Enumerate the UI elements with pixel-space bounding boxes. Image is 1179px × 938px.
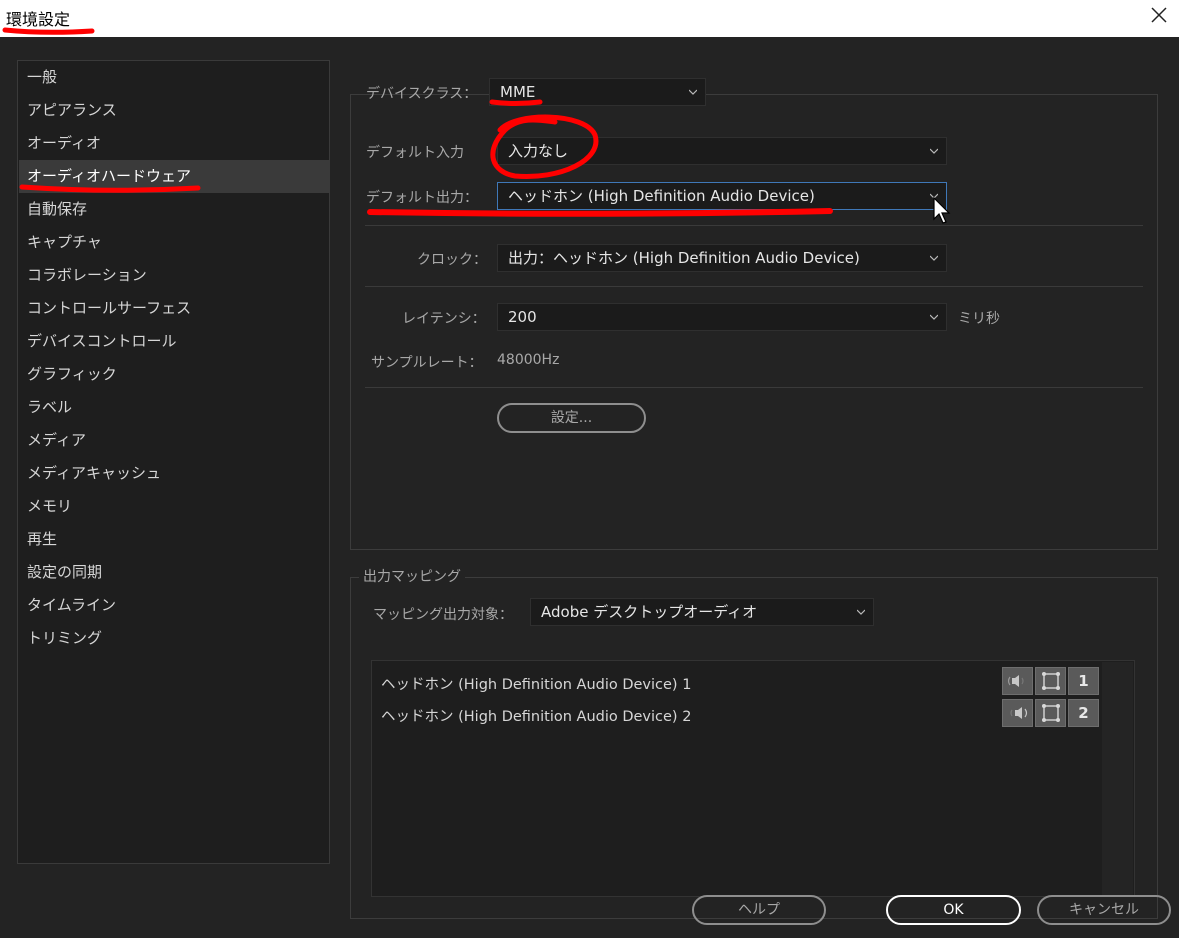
device-class-value: MME	[500, 83, 536, 101]
default-input-select[interactable]: 入力なし	[497, 137, 947, 165]
sidebar-item-control-surface[interactable]: コントロールサーフェス	[19, 292, 329, 325]
sidebar-item-media-cache[interactable]: メディアキャッシュ	[19, 457, 329, 490]
mapping-target-select[interactable]: Adobe デスクトップオーディオ	[530, 598, 874, 626]
scrollbar[interactable]	[1102, 662, 1133, 895]
default-input-label: デフォルト入力	[366, 145, 464, 161]
output-mapping-list[interactable]: ヘッドホン (High Definition Audio Device) 1 ヘ…	[371, 660, 1135, 897]
list-item[interactable]: ヘッドホン (High Definition Audio Device) 2	[381, 705, 691, 726]
latency-value: 200	[508, 308, 537, 326]
settings-button[interactable]: 設定...	[497, 403, 646, 433]
sidebar-item-timeline[interactable]: タイムライン	[19, 589, 329, 622]
output-mapping-legend: 出力マッピング	[359, 566, 465, 586]
device-class-select[interactable]: MME	[489, 78, 706, 106]
default-output-value: ヘッドホン (High Definition Audio Device)	[508, 187, 815, 205]
chevron-down-icon	[930, 314, 938, 320]
sidebar-item-general[interactable]: 一般	[19, 61, 329, 94]
default-output-select[interactable]: ヘッドホン (High Definition Audio Device)	[497, 182, 947, 210]
help-button[interactable]: ヘルプ	[692, 895, 826, 925]
latency-unit: ミリ秒	[958, 311, 1000, 327]
preferences-sidebar: 一般 アピアランス オーディオ オーディオハードウェア 自動保存 キャプチャ コ…	[17, 60, 330, 864]
sidebar-item-capture[interactable]: キャプチャ	[19, 226, 329, 259]
sidebar-item-playback[interactable]: 再生	[19, 523, 329, 556]
close-icon	[1151, 7, 1167, 23]
chevron-down-icon	[857, 609, 865, 615]
divider	[365, 387, 1143, 388]
sidebar-item-labels[interactable]: ラベル	[19, 391, 329, 424]
sidebar-item-sync-settings[interactable]: 設定の同期	[19, 556, 329, 589]
clock-label: クロック：	[417, 252, 487, 268]
default-input-value: 入力なし	[508, 142, 569, 160]
cancel-button[interactable]: キャンセル	[1037, 895, 1171, 925]
speaker-left-icon	[1007, 675, 1024, 687]
default-output-label: デフォルト出力：	[366, 190, 478, 206]
device-frame-button[interactable]	[1035, 667, 1066, 695]
sidebar-item-appearance[interactable]: アピアランス	[19, 94, 329, 127]
sidebar-item-audio-hardware[interactable]: オーディオハードウェア	[19, 160, 329, 193]
device-frame-icon	[1041, 704, 1060, 722]
window-title: 環境設定	[6, 10, 71, 29]
latency-label: レイテンシ：	[402, 311, 486, 327]
sidebar-item-collaboration[interactable]: コラボレーション	[19, 259, 329, 292]
mapping-target-value: Adobe デスクトップオーディオ	[541, 603, 758, 621]
sidebar-item-graphics[interactable]: グラフィック	[19, 358, 329, 391]
speaker-right-button[interactable]	[1002, 699, 1033, 727]
chevron-down-icon	[930, 193, 938, 199]
title-bar: 環境設定	[0, 0, 1179, 37]
divider	[365, 286, 1143, 287]
divider	[365, 225, 1143, 226]
ok-button[interactable]: OK	[886, 895, 1021, 925]
chevron-down-icon	[689, 89, 697, 95]
speaker-right-icon	[1009, 707, 1027, 719]
device-class-label: デバイスクラス：	[366, 86, 478, 102]
device-frame-button[interactable]	[1035, 699, 1066, 727]
mapping-target-label: マッピング出力対象：	[373, 607, 513, 623]
close-button[interactable]	[1139, 0, 1179, 30]
chevron-down-icon	[930, 255, 938, 261]
sidebar-item-audio[interactable]: オーディオ	[19, 127, 329, 160]
sample-rate-label: サンプルレート：	[371, 355, 483, 371]
sample-rate-value: 48000Hz	[497, 352, 560, 368]
device-frame-icon	[1041, 672, 1060, 690]
latency-select[interactable]: 200	[497, 303, 947, 331]
clock-select[interactable]: 出力：ヘッドホン (High Definition Audio Device)	[497, 244, 947, 272]
clock-value: 出力：ヘッドホン (High Definition Audio Device)	[508, 249, 860, 267]
channel-number-button[interactable]: 2	[1068, 699, 1099, 727]
chevron-down-icon	[930, 148, 938, 154]
list-item[interactable]: ヘッドホン (High Definition Audio Device) 1	[381, 673, 691, 694]
sidebar-item-device-control[interactable]: デバイスコントロール	[19, 325, 329, 358]
sidebar-item-trim[interactable]: トリミング	[19, 622, 329, 655]
speaker-left-button[interactable]	[1002, 667, 1033, 695]
sidebar-item-memory[interactable]: メモリ	[19, 490, 329, 523]
sidebar-item-auto-save[interactable]: 自動保存	[19, 193, 329, 226]
sidebar-item-media[interactable]: メディア	[19, 424, 329, 457]
channel-number-button[interactable]: 1	[1068, 667, 1099, 695]
